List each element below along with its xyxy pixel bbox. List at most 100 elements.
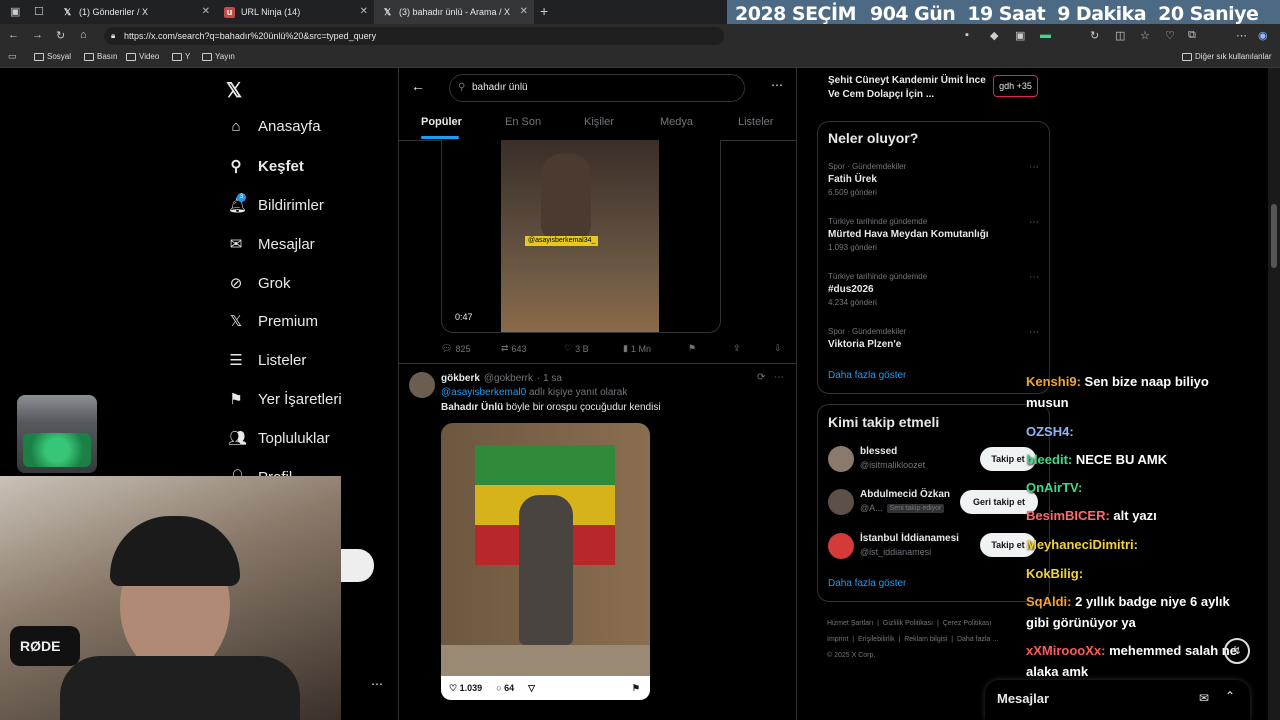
nav-lists[interactable]: ☰ Listeler xyxy=(228,351,306,370)
video-container[interactable]: @asayisberkemal34_ 0:47 xyxy=(441,140,721,333)
views-button[interactable]: ▮ 1 Mn xyxy=(623,343,651,354)
post-time[interactable]: · 1 sa xyxy=(537,373,562,384)
live-space-badge[interactable]: gdh +35 xyxy=(993,75,1038,97)
tab-latest[interactable]: En Son xyxy=(505,116,541,128)
avatar[interactable] xyxy=(409,372,435,398)
follow-suggestion[interactable]: Abdulmecid Özkan @A... Seni takip ediyor xyxy=(860,489,950,513)
footer-link[interactable]: Daha fazla ... xyxy=(957,636,998,643)
favorites-icon[interactable]: ☆ xyxy=(1140,29,1150,42)
close-tab-icon[interactable]: ✕ xyxy=(202,6,210,17)
chat-username[interactable]: BesimBICER: xyxy=(1026,508,1110,523)
grok-chat-icon[interactable]: ↯ xyxy=(1224,638,1250,664)
share-icon[interactable]: ▽ xyxy=(528,683,535,694)
footer-link[interactable]: Imprint xyxy=(827,636,848,643)
browser-tab-2[interactable]: u URL Ninja (14) ✕ xyxy=(216,0,374,24)
follow-suggestion[interactable]: blessed @isitmalikloozet xyxy=(860,446,925,470)
footer-link[interactable]: Gizlilik Politikası xyxy=(883,620,933,627)
like-button[interactable]: ♡ 1.039 xyxy=(449,683,482,694)
footer-link[interactable]: Erişilebilirlik xyxy=(858,636,895,643)
nav-explore[interactable]: ⚲ Keşfet xyxy=(228,157,304,176)
chat-username[interactable]: MeyhaneciDimitri: xyxy=(1026,537,1138,552)
forward-icon[interactable]: → xyxy=(32,29,43,41)
like-button[interactable]: ♡ 3 B xyxy=(564,343,589,354)
more-options-icon[interactable]: ⋯ xyxy=(371,677,383,691)
reply-button[interactable]: ○ 64 xyxy=(496,683,514,693)
compose-message-icon[interactable]: ✉ xyxy=(1199,691,1209,705)
video-frame[interactable]: @asayisberkemal34_ xyxy=(501,140,659,332)
nav-home[interactable]: ⌂ Anasayfa xyxy=(228,118,320,135)
bookmark-folder[interactable]: Yayın xyxy=(202,52,235,61)
browser-tab-1[interactable]: 𝕏 (1) Gönderiler / X ✕ xyxy=(54,0,216,24)
more-options-icon[interactable]: ⋯ xyxy=(1029,217,1039,228)
repost-button[interactable]: ⇄ 643 xyxy=(501,343,527,354)
trend-item[interactable]: Türkiye tarihinde gündemde Mürted Hava M… xyxy=(828,217,1028,252)
post-image[interactable] xyxy=(441,423,650,700)
extension-icon[interactable]: ↻ xyxy=(1090,29,1099,42)
trend-item[interactable]: Spor · Gündemdekiler Fatih Ürek 6.509 gö… xyxy=(828,162,1028,197)
trend-item[interactable]: Spor · Gündemdekiler Viktoria Plzen'e xyxy=(828,327,1028,350)
copilot-icon[interactable]: ◉ xyxy=(1258,29,1268,42)
chat-username[interactable]: bleedit: xyxy=(1026,452,1072,467)
grok-icon[interactable]: ⟳ xyxy=(757,372,765,383)
author-handle[interactable]: @gokberrk xyxy=(484,373,533,384)
nav-communities[interactable]: 👥︎ Topluluklar xyxy=(228,429,330,448)
back-icon[interactable]: ← xyxy=(8,29,19,41)
bookmark-folder[interactable]: Sosyal xyxy=(34,52,71,61)
back-arrow-icon[interactable]: ← xyxy=(411,78,425,94)
footer-link[interactable]: Çerez Politikası xyxy=(943,620,992,627)
more-options-icon[interactable]: ⋯ xyxy=(771,78,783,92)
extension-icon[interactable]: ▪ xyxy=(965,29,969,41)
extension-icon[interactable]: ▣ xyxy=(1015,29,1025,42)
bookmark-icon[interactable]: ⚑ xyxy=(632,683,640,694)
bookmark-button[interactable]: ⚑ xyxy=(688,343,696,354)
refresh-icon[interactable]: ↻ xyxy=(56,29,65,42)
close-tab-icon[interactable]: ✕ xyxy=(520,6,528,17)
nav-messages[interactable]: ✉ Mesajlar xyxy=(228,235,315,254)
live-space-title[interactable]: Şehit Cüneyt Kandemir Ümit İnce Ve Cem D… xyxy=(828,74,988,102)
collections-icon[interactable]: ⧉ xyxy=(1188,29,1196,42)
reply-button[interactable]: 💬︎ 825 xyxy=(441,343,470,354)
nav-grok[interactable]: ⊘ Grok xyxy=(228,274,291,293)
more-options-icon[interactable]: ⋯ xyxy=(1029,272,1039,283)
browser-tab-3[interactable]: 𝕏 (3) bahadır ünlü - Arama / X ✕ xyxy=(374,0,534,24)
bookmark-folder[interactable]: Y xyxy=(172,52,190,61)
author-name[interactable]: gökberk xyxy=(441,373,480,384)
download-button[interactable]: ⇩ xyxy=(774,343,782,354)
chat-username[interactable]: xXMiroooXx: xyxy=(1026,643,1105,658)
expand-drawer-icon[interactable]: ⌃ xyxy=(1225,689,1235,703)
post-button-partial[interactable] xyxy=(341,549,374,582)
extension-icon[interactable]: ◆ xyxy=(990,29,998,42)
tab-popular[interactable]: Popüler xyxy=(421,116,462,128)
extension-icon[interactable]: ▬ xyxy=(1040,29,1051,41)
tab-people[interactable]: Kişiler xyxy=(584,116,614,128)
bookmark-folder[interactable]: Basın xyxy=(84,52,117,61)
nav-premium[interactable]: 𝕏 Premium xyxy=(228,312,318,331)
show-more-link[interactable]: Daha fazla göster xyxy=(828,578,906,589)
bookmark-icon[interactable]: ▭ xyxy=(8,51,17,62)
more-menu-icon[interactable]: ⋯ xyxy=(1236,29,1247,42)
other-bookmarks[interactable]: Diğer sık kullanılanlar xyxy=(1182,52,1271,61)
split-screen-icon[interactable]: ◫ xyxy=(1115,29,1125,42)
chat-username[interactable]: OnAirTV: xyxy=(1026,480,1082,495)
tab-media[interactable]: Medya xyxy=(660,116,693,128)
extensions-icon[interactable]: ♡ xyxy=(1165,29,1175,42)
new-tab-icon[interactable]: + xyxy=(540,3,548,19)
search-input[interactable]: ⚲ bahadır ünlü xyxy=(449,74,745,102)
messages-drawer[interactable]: Mesajlar ✉ ⌃ xyxy=(985,680,1250,720)
scrollbar[interactable] xyxy=(1268,68,1280,720)
scrollbar-thumb[interactable] xyxy=(1271,204,1277,268)
chat-username[interactable]: SqAldi: xyxy=(1026,594,1072,609)
chat-username[interactable]: OZSH4: xyxy=(1026,424,1074,439)
footer-link[interactable]: Reklam bilgisi xyxy=(904,636,947,643)
bookmark-folder[interactable]: Video xyxy=(126,52,159,61)
workspaces-icon[interactable]: ▣ xyxy=(10,5,20,18)
url-field[interactable]: 🔒︎ https://x.com/search?q=bahadır%20ünlü… xyxy=(104,27,724,45)
avatar[interactable] xyxy=(828,533,854,559)
avatar[interactable] xyxy=(828,446,854,472)
close-tab-icon[interactable]: ✕ xyxy=(360,6,368,17)
x-logo-icon[interactable]: 𝕏 xyxy=(226,78,242,103)
share-button[interactable]: ⇪ xyxy=(733,343,741,354)
reply-to-handle[interactable]: @asayisberkemal0 xyxy=(441,387,526,398)
show-more-link[interactable]: Daha fazla göster xyxy=(828,370,906,381)
follow-suggestion[interactable]: İstanbul İddianamesi @ist_iddianamesi xyxy=(860,533,959,557)
